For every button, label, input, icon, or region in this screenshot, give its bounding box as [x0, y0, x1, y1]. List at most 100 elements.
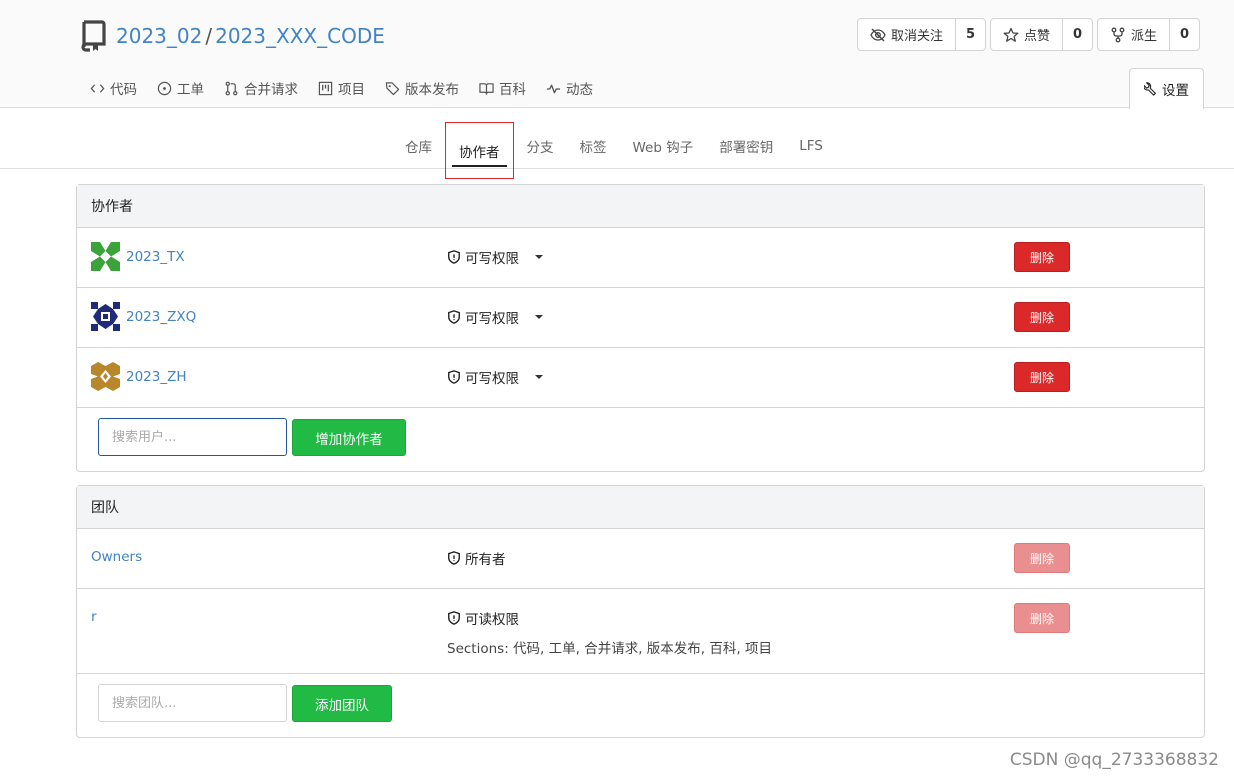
collaborators-panel: 协作者 2023_TX 可写权限 删除 2023_ZXQ 可写权限 删除 202… — [76, 184, 1205, 472]
code-icon — [90, 83, 105, 93]
team-permission: 可读权限 — [447, 608, 519, 628]
fork-label: 派生 — [1130, 29, 1157, 44]
permission-label: 可写权限 — [465, 371, 519, 387]
delete-team-button[interactable]: 删除 — [1014, 603, 1070, 633]
star-button[interactable]: 点赞 0 — [989, 18, 1093, 51]
tab-issues[interactable]: 工单 — [147, 68, 214, 108]
fork-main[interactable]: 派生 — [1098, 19, 1169, 50]
search-team-input[interactable] — [98, 684, 287, 722]
collaborator-identity: 2023_ZXQ — [91, 302, 196, 331]
tab-releases[interactable]: 版本发布 — [375, 68, 469, 108]
team-permission-label: 所有者 — [465, 552, 506, 568]
tab-activity[interactable]: 动态 — [536, 68, 603, 108]
repo-header: 2023_02 / 2023_XXX_CODE 取消关注 5 点赞 0 派生 0 — [0, 0, 1234, 109]
shield-icon — [448, 370, 460, 384]
eye-slash-icon — [870, 28, 886, 41]
add-team-button[interactable]: 添加团队 — [292, 685, 392, 722]
shield-icon — [448, 551, 460, 565]
team-identity: r — [91, 609, 97, 625]
tab-projects[interactable]: 项目 — [308, 68, 375, 108]
tab-projects-label: 项目 — [338, 82, 365, 98]
repo-tabs: 代码 工单 合并请求 项目 版本发布 百科 动态 — [80, 68, 603, 108]
subtab-tags[interactable]: 标签 — [567, 122, 620, 169]
settings-subnav: 仓库 协作者 分支 标签 Web 钩子 部署密钥 LFS — [0, 122, 1234, 179]
star-count[interactable]: 0 — [1061, 19, 1092, 50]
team-sections: Sections: 代码, 工单, 合并请求, 版本发布, 百科, 项目 — [447, 641, 772, 657]
permission-label: 可写权限 — [465, 311, 519, 327]
search-user-input[interactable] — [98, 418, 287, 456]
collaborator-name-link[interactable]: 2023_TX — [126, 249, 185, 265]
delete-collaborator-button[interactable]: 删除 — [1014, 362, 1070, 392]
subtab-webhooks[interactable]: Web 钩子 — [620, 122, 707, 169]
watermark: CSDN @qq_2733368832 — [1009, 750, 1219, 770]
delete-team-button[interactable]: 删除 — [1014, 543, 1070, 573]
chevron-down-icon — [535, 375, 543, 379]
book-icon — [479, 82, 494, 95]
pull-request-icon — [225, 81, 238, 95]
tab-pull-requests[interactable]: 合并请求 — [214, 68, 308, 108]
avatar[interactable] — [91, 362, 120, 391]
subtab-repository[interactable]: 仓库 — [392, 122, 445, 169]
subtab-lfs[interactable]: LFS — [786, 122, 836, 169]
unwatch-button[interactable]: 取消关注 5 — [856, 18, 986, 51]
collaborator-row: 2023_ZXQ 可写权限 删除 — [77, 288, 1204, 348]
tab-code[interactable]: 代码 — [80, 68, 147, 108]
delete-collaborator-button[interactable]: 删除 — [1014, 242, 1070, 272]
collaborator-identity: 2023_TX — [91, 242, 185, 271]
permission-dropdown[interactable]: 可写权限 — [447, 247, 543, 267]
collaborator-name-link[interactable]: 2023_ZH — [126, 369, 187, 385]
team-name-link[interactable]: Owners — [91, 549, 142, 565]
chevron-down-icon — [535, 255, 543, 259]
teams-heading: 团队 — [77, 486, 1204, 529]
tab-settings-label: 设置 — [1162, 83, 1189, 99]
avatar[interactable] — [91, 242, 120, 271]
tab-issues-label: 工单 — [177, 82, 204, 98]
collaborator-identity: 2023_ZH — [91, 362, 187, 391]
issue-icon — [157, 81, 172, 95]
permission-dropdown[interactable]: 可写权限 — [447, 307, 543, 327]
unwatch-label: 取消关注 — [890, 29, 943, 44]
pulse-icon — [546, 84, 561, 93]
fork-button[interactable]: 派生 0 — [1096, 18, 1200, 51]
subtab-deploy-keys[interactable]: 部署密钥 — [706, 122, 786, 169]
team-row: Owners 所有者 删除 — [77, 529, 1204, 589]
avatar[interactable] — [91, 302, 120, 331]
permission-dropdown[interactable]: 可写权限 — [447, 367, 543, 387]
repo-action-buttons: 取消关注 5 点赞 0 派生 0 — [856, 18, 1200, 51]
shield-icon — [448, 250, 460, 264]
team-name-link[interactable]: r — [91, 609, 97, 625]
tab-wiki-label: 百科 — [499, 82, 526, 98]
fork-count[interactable]: 0 — [1169, 19, 1199, 50]
chevron-down-icon — [535, 315, 543, 319]
subtab-branches[interactable]: 分支 — [514, 122, 567, 169]
repo-name-link[interactable]: 2023_XXX_CODE — [215, 24, 385, 48]
delete-collaborator-button[interactable]: 删除 — [1014, 302, 1070, 332]
add-collaborator-row: 增加协作者 — [77, 408, 1204, 471]
project-icon — [318, 81, 333, 95]
unwatch-main[interactable]: 取消关注 — [858, 19, 955, 50]
collaborator-row: 2023_TX 可写权限 删除 — [77, 228, 1204, 288]
tab-pull-requests-label: 合并请求 — [244, 82, 298, 98]
add-collaborator-button[interactable]: 增加协作者 — [292, 419, 406, 456]
collaborator-name-link[interactable]: 2023_ZXQ — [126, 309, 196, 325]
watch-count[interactable]: 5 — [954, 19, 985, 50]
permission-label: 可写权限 — [465, 251, 519, 267]
tab-settings[interactable]: 设置 — [1129, 68, 1204, 109]
team-identity: Owners — [91, 549, 142, 565]
collaborator-row: 2023_ZH 可写权限 删除 — [77, 348, 1204, 408]
team-permission: 所有者 — [447, 548, 506, 568]
repo-title: 2023_02 / 2023_XXX_CODE — [80, 20, 385, 52]
tab-wiki[interactable]: 百科 — [469, 68, 536, 108]
star-main[interactable]: 点赞 — [991, 19, 1062, 50]
repo-separator: / — [205, 24, 213, 48]
collaborators-heading: 协作者 — [77, 185, 1204, 228]
shield-icon — [448, 310, 460, 324]
repo-owner-link[interactable]: 2023_02 — [116, 24, 202, 48]
add-team-row: 添加团队 — [77, 674, 1204, 737]
tab-activity-label: 动态 — [566, 82, 593, 98]
subtab-collaborators[interactable]: 协作者 — [445, 122, 514, 179]
tab-code-label: 代码 — [110, 82, 137, 98]
team-row: r 可读权限 Sections: 代码, 工单, 合并请求, 版本发布, 百科,… — [77, 589, 1204, 674]
star-icon — [1003, 27, 1019, 42]
teams-panel: 团队 Owners 所有者 删除 r 可读权限 Sections: 代码, 工单… — [76, 485, 1205, 738]
